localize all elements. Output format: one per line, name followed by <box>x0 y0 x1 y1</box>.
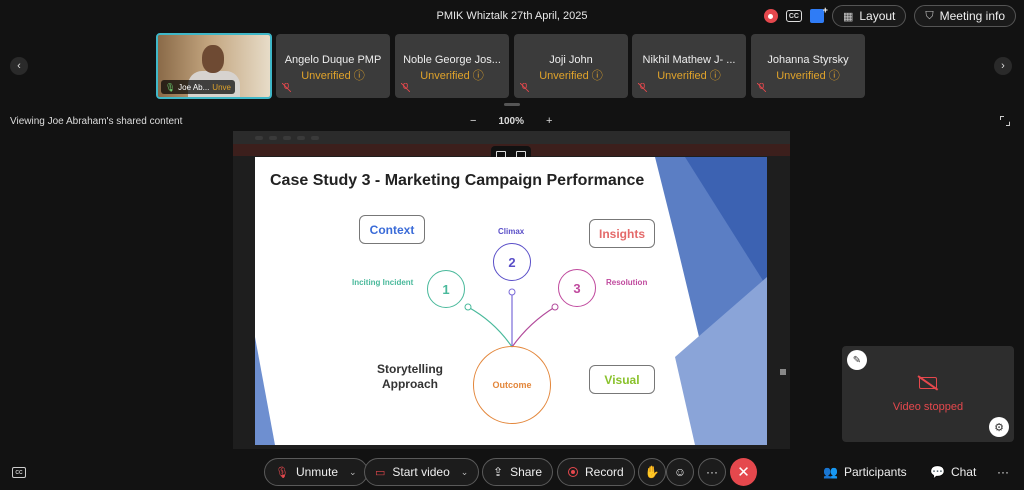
participants-button[interactable]: 👥 Participants <box>823 465 907 479</box>
chevron-down-icon[interactable]: ⌄ <box>349 467 357 478</box>
share-icon: ⇪ <box>493 465 504 479</box>
captions-icon[interactable]: CC <box>12 467 26 478</box>
participant-tile[interactable]: Joji John Unverified ⓘ <box>514 34 628 98</box>
scroll-indicator[interactable] <box>780 369 786 375</box>
reactions-button[interactable]: ☺ <box>666 458 694 486</box>
participant-tile[interactable]: Noble George Jos... Unverified ⓘ <box>395 34 509 98</box>
participant-status: Unverified ⓘ <box>539 70 603 82</box>
layout-button[interactable]: ▦ Layout <box>831 5 907 27</box>
participant-tile[interactable]: Johanna Styrsky Unverified ⓘ <box>751 34 865 98</box>
prev-participants-button[interactable]: ‹ <box>10 57 28 75</box>
zoom-in-button[interactable]: + <box>546 115 552 127</box>
climax-label: Climax <box>498 227 525 236</box>
participant-tile[interactable]: Nikhil Mathew J- ... Unverified ⓘ <box>632 34 746 98</box>
climax-circle: 2 <box>493 243 531 281</box>
inciting-circle: 1 <box>427 270 465 308</box>
more-icon: ··· <box>997 465 1009 479</box>
meeting-info-label: Meeting info <box>939 9 1005 23</box>
mic-off-icon <box>520 83 529 92</box>
participant-tile[interactable]: Angelo Duque PMP Unverified ⓘ <box>276 34 390 98</box>
layout-icon: ▦ <box>842 10 854 23</box>
viewing-shared-label: Viewing Joe Abraham's shared content <box>10 116 183 127</box>
layout-label: Layout <box>859 9 896 23</box>
zoom-controls: − 100% + <box>470 115 552 127</box>
hand-icon: ✋ <box>644 465 660 479</box>
record-button[interactable]: Record <box>557 458 635 486</box>
participant-status: Unverified ⓘ <box>420 70 484 82</box>
end-call-button[interactable]: ✕ <box>730 458 757 486</box>
self-status: Unve <box>212 82 231 92</box>
self-video-face <box>202 45 224 73</box>
participant-name: Nikhil Mathew J- ... <box>642 54 736 66</box>
raise-hand-button[interactable]: ✋ <box>638 458 666 486</box>
top-controls: CC ▦ Layout ⛉ Meeting info <box>763 5 1016 27</box>
mic-off-icon <box>638 83 647 92</box>
browser-tab-strip <box>233 131 790 144</box>
recording-indicator-icon[interactable] <box>763 9 778 23</box>
self-video-panel: ✎ Video stopped ⚙ <box>842 346 1014 442</box>
unmute-button[interactable]: 🎙 Unmute ⌄ <box>264 458 368 486</box>
participant-name: Noble George Jos... <box>403 54 501 66</box>
emoji-icon: ☺ <box>673 465 687 479</box>
participant-status: Unverified ⓘ <box>301 70 365 82</box>
resize-handle[interactable] <box>504 103 520 106</box>
record-label: Record <box>585 465 624 479</box>
zoom-out-button[interactable]: − <box>470 115 476 127</box>
self-tile-label: 🎙 Joe Ab... Unve <box>161 80 235 94</box>
closed-captions-icon[interactable]: CC <box>785 10 802 22</box>
gear-icon[interactable]: ⚙ <box>989 417 1009 437</box>
more-icon: ··· <box>706 465 718 479</box>
participants-label: Participants <box>843 465 907 479</box>
mic-off-icon <box>282 83 291 92</box>
video-off-icon: ▭ <box>375 466 386 479</box>
mic-on-icon: 🎙 <box>165 82 176 92</box>
overflow-menu-button[interactable]: ··· <box>997 465 1009 479</box>
resolution-label: Resolution <box>606 278 648 287</box>
control-bar: CC 🎙 Unmute ⌄ ▭ Start video ⌄ ⇪ Share Re… <box>0 458 1024 488</box>
participant-name: Johanna Styrsky <box>767 54 849 66</box>
pin-icon[interactable]: ✎ <box>847 350 867 370</box>
more-options-button[interactable]: ··· <box>698 458 726 486</box>
participant-status: Unverified ⓘ <box>776 70 840 82</box>
zoom-level: 100% <box>498 115 525 127</box>
participant-name: Joji John <box>549 54 593 66</box>
mic-off-icon: 🎙 <box>275 466 289 479</box>
participant-name: Angelo Duque PMP <box>284 54 382 66</box>
video-stopped-label: Video stopped <box>892 401 964 413</box>
share-button[interactable]: ⇪ Share <box>482 458 554 486</box>
start-video-label: Start video <box>392 465 450 479</box>
add-app-icon[interactable] <box>809 5 828 23</box>
chat-label: Chat <box>950 465 977 479</box>
next-participants-button[interactable]: › <box>994 57 1012 75</box>
participants-icon: 👥 <box>823 465 838 479</box>
chat-icon: 💬 <box>930 465 945 479</box>
fullscreen-icon[interactable] <box>1000 116 1010 126</box>
mic-off-icon <box>401 83 410 92</box>
self-name: Joe Ab... <box>178 82 210 92</box>
meeting-info-button[interactable]: ⛉ Meeting info <box>914 5 1016 27</box>
resolution-circle: 3 <box>558 269 596 307</box>
chat-button[interactable]: 💬 Chat <box>930 465 976 479</box>
self-video-tile[interactable]: 🎙 Joe Ab... Unve <box>156 33 272 99</box>
share-label: Share <box>510 465 543 479</box>
start-video-button[interactable]: ▭ Start video ⌄ <box>364 458 480 486</box>
outcome-circle: Outcome <box>473 346 551 424</box>
storytelling-heading: Storytelling Approach <box>376 362 443 391</box>
slide-canvas: Case Study 3 - Marketing Campaign Perfor… <box>255 157 767 445</box>
mic-off-icon <box>757 83 766 92</box>
chevron-down-icon[interactable]: ⌄ <box>461 467 469 478</box>
video-off-icon <box>919 377 937 389</box>
inciting-incident-label: Inciting Incident <box>352 278 414 287</box>
unmute-label: Unmute <box>295 465 338 479</box>
shield-icon: ⛉ <box>925 9 934 22</box>
record-icon <box>568 467 578 477</box>
participant-status: Unverified ⓘ <box>657 70 721 82</box>
shared-content: Case Study 3 - Marketing Campaign Perfor… <box>233 131 790 449</box>
